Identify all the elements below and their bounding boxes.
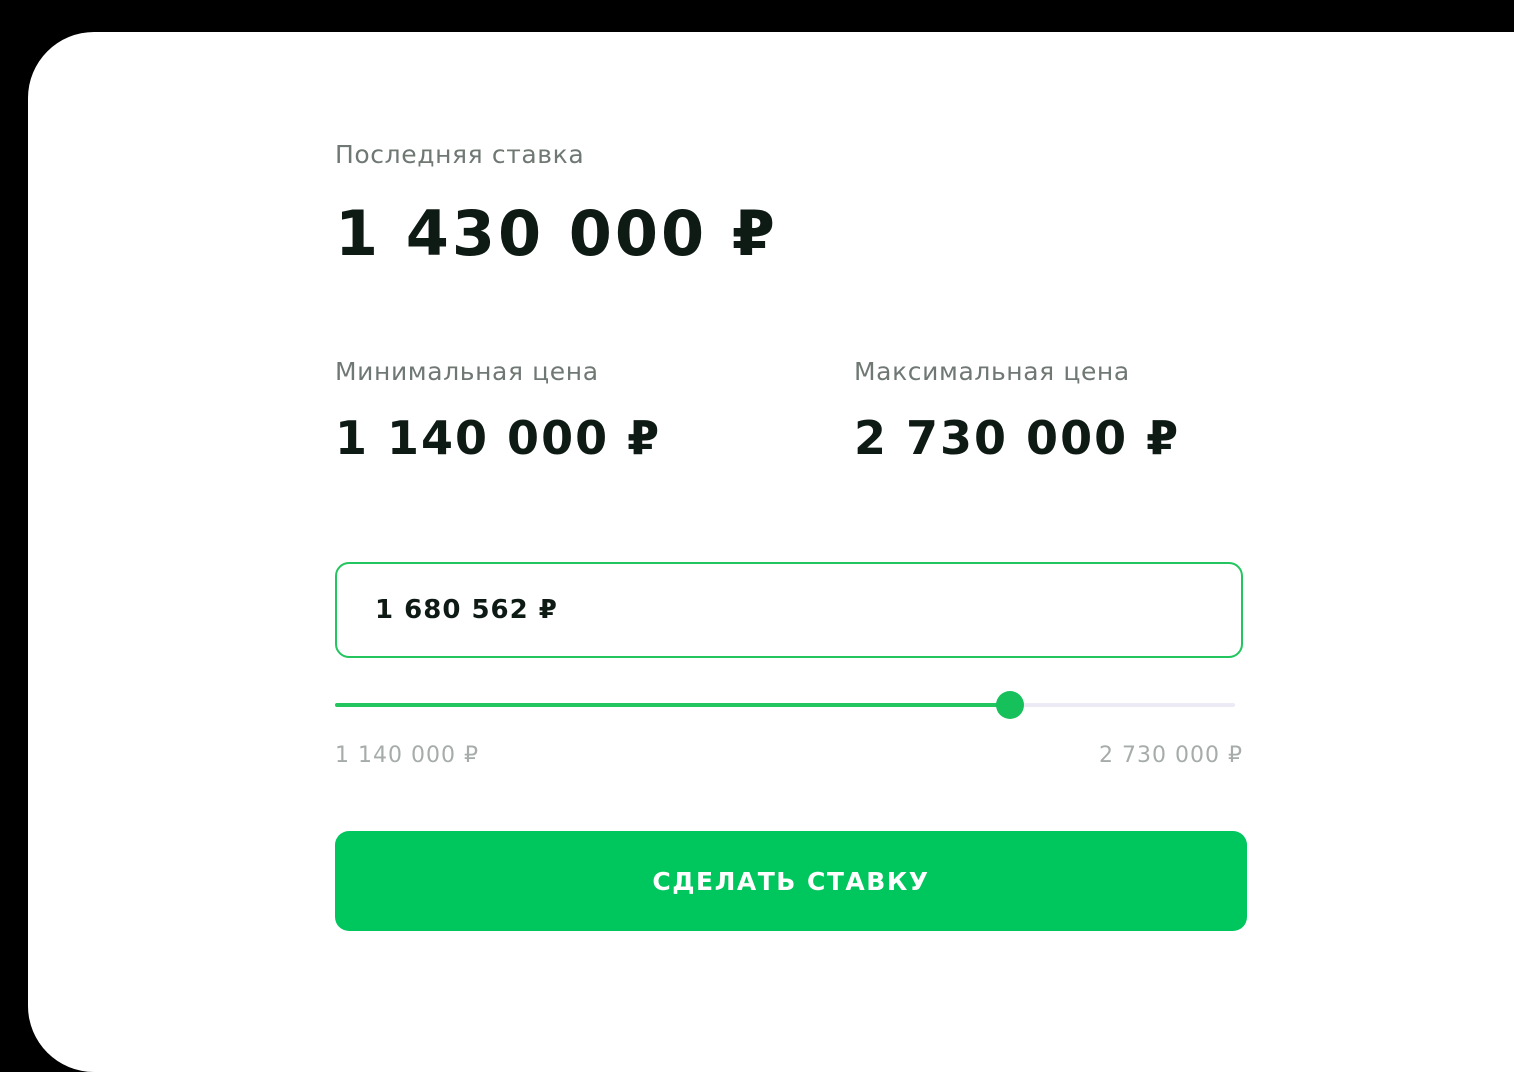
slider-fill — [335, 703, 1010, 707]
last-bid-label: Последняя ставка — [335, 140, 585, 169]
place-bid-button[interactable]: СДЕЛАТЬ СТАВКУ — [335, 831, 1247, 931]
bid-amount-input[interactable] — [375, 564, 1215, 656]
max-price-label: Максимальная цена — [854, 357, 1130, 386]
bid-card: Последняя ставка 1 430 000 ₽ Минимальная… — [28, 32, 1514, 1072]
min-price-value: 1 140 000 ₽ — [335, 411, 662, 465]
slider-min-label: 1 140 000 ₽ — [335, 743, 479, 768]
last-bid-value: 1 430 000 ₽ — [335, 197, 778, 270]
bid-amount-field[interactable] — [335, 562, 1243, 658]
slider-max-label: 2 730 000 ₽ — [1099, 743, 1243, 768]
max-price-value: 2 730 000 ₽ — [854, 411, 1181, 465]
min-price-label: Минимальная цена — [335, 357, 599, 386]
bid-slider[interactable] — [335, 690, 1235, 720]
slider-thumb[interactable] — [996, 691, 1024, 719]
